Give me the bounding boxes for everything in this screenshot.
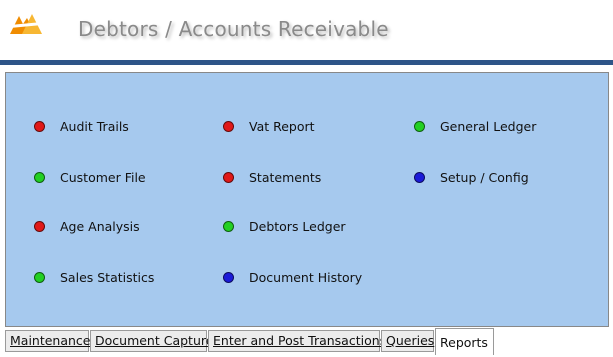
header: Debtors / Accounts Receivable [0,0,613,60]
status-dot-blue-icon [223,272,234,283]
menu-item-label: General Ledger [440,119,537,134]
status-dot-green-icon [223,221,234,232]
menu-item-sales-statistics[interactable]: Sales Statistics [34,270,154,285]
menu-item-audit-trails[interactable]: Audit Trails [34,119,129,134]
menu-item-customer-file[interactable]: Customer File [34,170,146,185]
menu-item-label: Statements [249,170,322,185]
menu-item-vat-report[interactable]: Vat Report [223,119,315,134]
page-title: Debtors / Accounts Receivable [78,17,389,41]
menu-item-general-ledger[interactable]: General Ledger [414,119,536,134]
tab-maintenance[interactable]: Maintenance [5,330,91,352]
bottom-tab-bar: Maintenance Document Capture Enter and P… [0,327,613,356]
status-dot-red-icon [223,121,234,132]
menu-item-statements[interactable]: Statements [223,170,321,185]
tab-document-capture[interactable]: Document Capture [90,330,213,352]
menu-item-setup-config[interactable]: Setup / Config [414,170,529,185]
header-divider [0,60,613,65]
menu-item-label: Sales Statistics [60,270,155,285]
menu-item-debtors-ledger[interactable]: Debtors Ledger [223,219,346,234]
menu-item-label: Customer File [60,170,146,185]
app-logo-icon [10,14,42,34]
menu-item-document-history[interactable]: Document History [223,270,362,285]
menu-item-label: Age Analysis [60,219,140,234]
status-dot-green-icon [34,272,45,283]
reports-panel: Audit Trails Customer File Age Analysis … [5,72,609,327]
status-dot-blue-icon [414,172,425,183]
tab-reports[interactable]: Reports [435,328,494,355]
menu-item-label: Audit Trails [60,119,129,134]
menu-item-label: Vat Report [249,119,315,134]
status-dot-red-icon [34,121,45,132]
status-dot-red-icon [223,172,234,183]
tab-queries[interactable]: Queries [381,330,434,352]
status-dot-green-icon [414,121,425,132]
status-dot-green-icon [34,172,45,183]
menu-item-label: Setup / Config [440,170,529,185]
menu-item-label: Document History [249,270,363,285]
tab-enter-and-post-transactions[interactable]: Enter and Post Transactions [208,330,386,352]
menu-item-age-analysis[interactable]: Age Analysis [34,219,140,234]
status-dot-red-icon [34,221,45,232]
menu-item-label: Debtors Ledger [249,219,346,234]
